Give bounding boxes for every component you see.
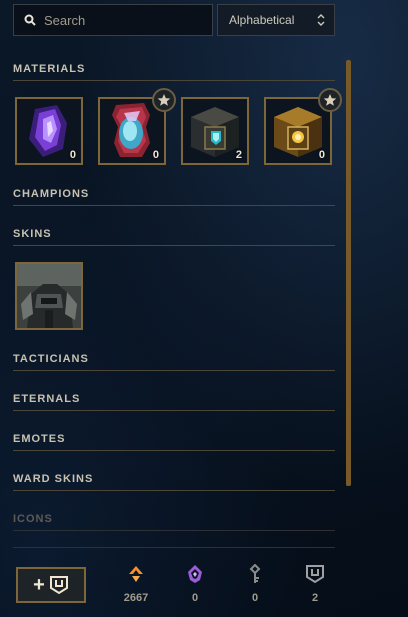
blue-essence-icon: [129, 566, 143, 582]
key-icon: [249, 564, 261, 583]
section-header-skins[interactable]: SKINS: [13, 228, 335, 246]
search-field[interactable]: [13, 4, 213, 36]
material-count: 0: [69, 149, 76, 161]
section-header-materials[interactable]: MATERIALS: [13, 63, 335, 81]
material-count: 2: [235, 149, 242, 161]
chest-icon: [49, 576, 68, 595]
plus-icon: +: [33, 574, 45, 596]
currency-value: 2667: [123, 592, 149, 604]
star-icon: [157, 94, 171, 106]
mythic-essence-icon: [188, 565, 202, 583]
currency-value: 0: [191, 592, 199, 604]
material-count: 0: [318, 149, 325, 161]
star-badge: [318, 88, 342, 112]
scrollbar-thumb[interactable]: [346, 60, 351, 486]
material-tile[interactable]: 2: [181, 97, 249, 165]
currency-value: 0: [251, 592, 259, 604]
footer-divider: [13, 547, 335, 548]
section-header-tacticians[interactable]: TACTICIANS: [13, 353, 335, 371]
material-count: 0: [152, 149, 159, 161]
currency-mythic-essence: 0: [175, 564, 215, 604]
search-icon: [24, 14, 36, 26]
armored-champion-skin: [17, 264, 81, 328]
currency-keys: 0: [235, 564, 275, 604]
material-tile[interactable]: 0: [15, 97, 83, 165]
sort-selected-label: Alphabetical: [229, 13, 295, 27]
star-badge: [152, 88, 176, 112]
search-input[interactable]: [44, 12, 204, 28]
chevron-up-down-icon: [317, 14, 325, 26]
section-header-champions[interactable]: CHAMPIONS: [13, 188, 335, 206]
section-header-icons[interactable]: ICONS: [13, 513, 335, 531]
currency-chests: 2: [295, 564, 335, 604]
currency-value: 2: [311, 592, 319, 604]
chest-icon: [306, 565, 324, 584]
star-icon: [323, 94, 337, 106]
add-chest-button[interactable]: +: [16, 567, 86, 603]
currency-blue-essence: 2667: [116, 564, 156, 604]
section-header-emotes[interactable]: EMOTES: [13, 433, 335, 451]
skin-tile[interactable]: [15, 262, 83, 330]
sort-dropdown[interactable]: Alphabetical: [217, 4, 335, 36]
section-header-eternals[interactable]: ETERNALS: [13, 393, 335, 411]
section-header-ward-skins[interactable]: WARD SKINS: [13, 473, 335, 491]
